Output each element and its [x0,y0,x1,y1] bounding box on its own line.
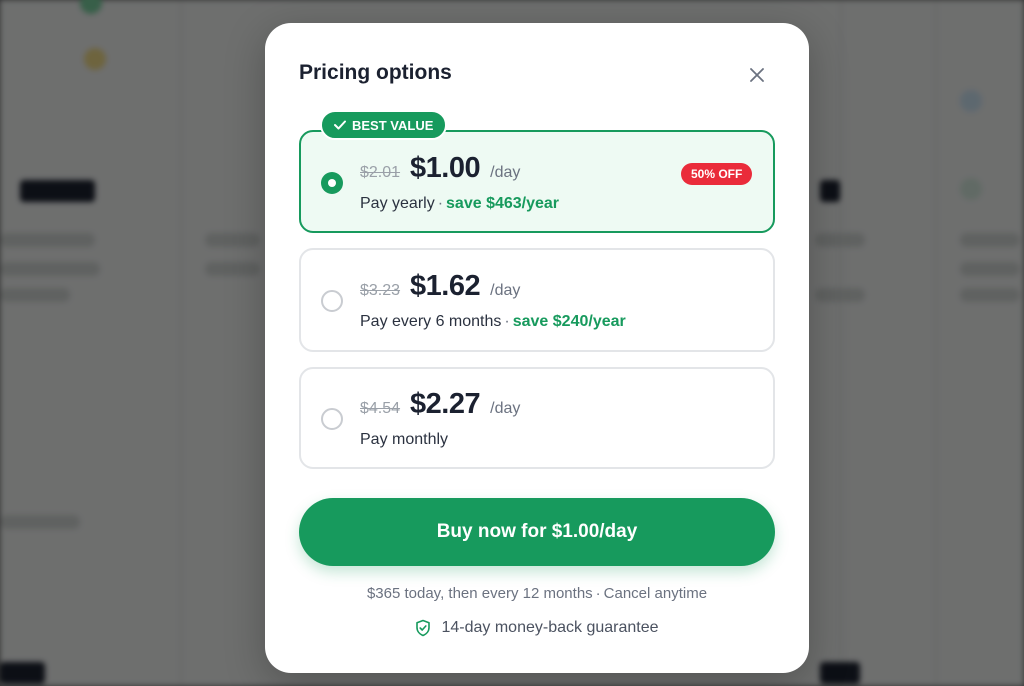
current-price: $1.00 [410,152,481,184]
price-row: $4.54 $2.27 /day [360,388,520,421]
plan-label: Pay yearly [360,195,435,212]
current-price: $2.27 [410,388,481,420]
billing-schedule: $365 today, then every 12 months [366,585,593,602]
guarantee-text: 14-day money-back guarantee [441,619,659,636]
billing-note: $365 today, then every 12 months · Cancel … [265,585,809,602]
close-button[interactable] [745,63,769,87]
separator: · [437,195,444,212]
discount-badge: 50% OFF [681,163,753,185]
current-price: $1.62 [410,270,481,302]
close-icon [750,68,764,82]
separator: · [504,313,510,330]
plan-radio-monthly[interactable] [321,408,343,430]
plan-radio-6-months[interactable] [321,290,343,312]
best-value-label: BEST VALUE [352,117,434,133]
buy-now-button[interactable]: Buy now for $1.00/day [299,498,775,566]
price-unit: /day [490,282,521,299]
shield-check-icon [416,619,431,637]
plan-radio-yearly[interactable] [321,172,343,194]
pricing-dialog: Pricing options BEST VALUE $2.01 $1.00 /… [265,23,809,673]
check-icon [334,120,346,130]
money-back-guarantee: 14-day money-back guarantee [265,619,809,637]
plan-label: Pay monthly [360,431,449,448]
plan-description: Pay every 6 months · save $240/year [360,313,626,331]
plan-label: Pay every 6 months [360,313,502,330]
cancel-note: Cancel anytime [603,585,708,602]
price-row: $3.23 $1.62 /day [360,270,520,303]
original-price: $3.23 [360,282,401,299]
price-unit: /day [490,164,521,181]
plan-option-6-months[interactable]: $3.23 $1.62 /day Pay every 6 months · save… [299,248,775,352]
dialog-title: Pricing options [299,61,452,84]
original-price: $2.01 [360,164,401,181]
original-price: $4.54 [360,400,401,417]
plan-option-monthly[interactable]: $4.54 $2.27 /day Pay monthly [299,367,775,469]
best-value-badge: BEST VALUE [320,110,448,140]
price-unit: /day [490,400,521,417]
separator: · [595,585,601,602]
plan-option-yearly[interactable]: BEST VALUE $2.01 $1.00 /day 50% OFF Pay … [299,110,775,233]
plan-description: Pay yearly · save $463/year [360,195,559,213]
plan-description: Pay monthly [360,431,448,449]
price-row: $2.01 $1.00 /day [360,152,520,185]
plan-savings: save $240/year [512,313,626,330]
plan-savings: save $463/year [446,195,560,212]
